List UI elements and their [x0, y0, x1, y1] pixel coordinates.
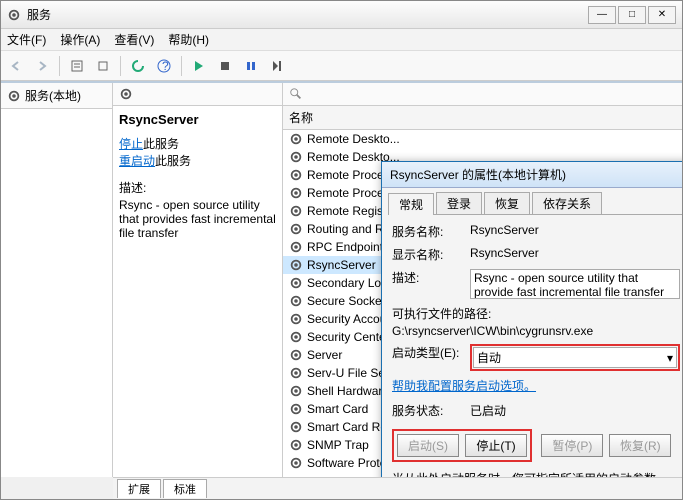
service-name: Server: [307, 348, 342, 362]
val-status: 已启动: [470, 402, 680, 419]
val-display-name: RsyncServer: [470, 246, 680, 260]
note-text: 当从此处启动服务时，您可指定所适用的启动参数。: [392, 470, 680, 477]
lbl-startup: 启动类型(E):: [392, 344, 470, 361]
chevron-down-icon: ▾: [667, 351, 673, 365]
search-icon: [289, 87, 303, 101]
tab-extended[interactable]: 扩展: [117, 479, 161, 498]
detail-panel: RsyncServer 停止此服务 重启动此服务 描述: Rsync - ope…: [113, 83, 283, 477]
pause-icon[interactable]: [240, 55, 262, 77]
restart-link[interactable]: 重启动: [119, 154, 155, 168]
properties-icon[interactable]: [66, 55, 88, 77]
gear-icon: [7, 89, 21, 103]
help-icon[interactable]: ?: [153, 55, 175, 77]
resume-button[interactable]: 恢复(R): [609, 434, 671, 457]
titlebar: 服务 — □ ✕: [1, 1, 682, 29]
lbl-desc: 描述:: [392, 269, 470, 286]
svg-text:?: ?: [162, 59, 169, 73]
window-title: 服务: [27, 6, 588, 23]
gear-icon: [289, 384, 303, 398]
gear-icon: [289, 258, 303, 272]
service-name: Remote Deskto...: [307, 132, 400, 146]
service-name: SNMP Trap: [307, 438, 369, 452]
menu-file[interactable]: 文件(F): [7, 31, 46, 48]
gear-icon: [289, 438, 303, 452]
val-exe: G:\rsyncserver\ICW\bin\cygrunsrv.exe: [392, 324, 680, 338]
gear-icon: [289, 276, 303, 290]
service-name: Smart Card: [307, 402, 368, 416]
gear-icon: [289, 330, 303, 344]
lbl-display-name: 显示名称:: [392, 246, 470, 263]
gear-icon: [289, 294, 303, 308]
stop-icon[interactable]: [214, 55, 236, 77]
tree-root-label: 服务(本地): [25, 87, 81, 104]
gear-icon: [289, 132, 303, 146]
startup-select[interactable]: 自动▾: [473, 347, 677, 368]
properties-dialog: RsyncServer 的属性(本地计算机) 常规 登录 恢复 依存关系 服务名…: [381, 161, 682, 477]
gear-icon: [289, 204, 303, 218]
main-window: 服务 — □ ✕ 文件(F) 操作(A) 查看(V) 帮助(H) ? 服务(本地…: [0, 0, 683, 500]
menu-help[interactable]: 帮助(H): [168, 31, 209, 48]
tree-root[interactable]: 服务(本地): [1, 83, 112, 109]
gear-icon: [289, 240, 303, 254]
content-area: 服务(本地) RsyncServer 停止此服务 重启动此服务 描述: Rsyn…: [1, 81, 682, 477]
refresh-icon[interactable]: [127, 55, 149, 77]
menu-view[interactable]: 查看(V): [114, 31, 154, 48]
dialog-tabs: 常规 登录 恢复 依存关系: [388, 192, 682, 215]
stop-link[interactable]: 停止: [119, 137, 143, 151]
gear-icon: [289, 348, 303, 362]
tab-dependencies[interactable]: 依存关系: [532, 192, 602, 214]
gear-icon: [289, 186, 303, 200]
gear-icon: [289, 150, 303, 164]
export-icon[interactable]: [92, 55, 114, 77]
toolbar: ?: [1, 51, 682, 81]
gear-icon: [119, 87, 133, 101]
tab-logon[interactable]: 登录: [436, 192, 482, 214]
gear-icon: [289, 222, 303, 236]
service-name: RsyncServer: [307, 258, 376, 272]
menubar: 文件(F) 操作(A) 查看(V) 帮助(H): [1, 29, 682, 51]
val-service-name: RsyncServer: [470, 223, 680, 237]
close-button[interactable]: ✕: [648, 6, 676, 24]
gear-icon: [289, 312, 303, 326]
maximize-button[interactable]: □: [618, 6, 646, 24]
desc-textbox[interactable]: Rsync - open source utility that provide…: [470, 269, 680, 299]
lbl-exe: 可执行文件的路径:: [392, 305, 680, 322]
start-button[interactable]: 启动(S): [397, 434, 459, 457]
list-search[interactable]: [283, 83, 682, 106]
pause-button[interactable]: 暂停(P): [541, 434, 603, 457]
tree-panel: 服务(本地): [1, 83, 113, 477]
gear-icon: [289, 456, 303, 470]
minimize-button[interactable]: —: [588, 6, 616, 24]
gear-icon: [289, 402, 303, 416]
gear-icon: [289, 168, 303, 182]
service-name: Security Center: [307, 330, 390, 344]
dialog-title: RsyncServer 的属性(本地计算机): [382, 162, 682, 188]
gear-icon: [289, 420, 303, 434]
tab-standard[interactable]: 标准: [163, 479, 207, 498]
desc-label: 描述:: [119, 179, 276, 196]
menu-action[interactable]: 操作(A): [60, 31, 100, 48]
detail-title: RsyncServer: [119, 112, 276, 127]
play-icon[interactable]: [188, 55, 210, 77]
back-button[interactable]: [5, 55, 27, 77]
gear-icon: [289, 366, 303, 380]
help-link[interactable]: 帮助我配置服务启动选项。: [392, 379, 536, 393]
restart-icon[interactable]: [266, 55, 288, 77]
tab-general[interactable]: 常规: [388, 193, 434, 215]
service-item[interactable]: Remote Deskto...: [283, 130, 682, 148]
stop-button[interactable]: 停止(T): [465, 434, 527, 457]
lbl-service-name: 服务名称:: [392, 223, 470, 240]
tab-recovery[interactable]: 恢复: [484, 192, 530, 214]
services-icon: [7, 8, 21, 22]
lbl-status: 服务状态:: [392, 402, 470, 419]
forward-button[interactable]: [31, 55, 53, 77]
column-name[interactable]: 名称: [283, 106, 682, 130]
desc-text: Rsync - open source utility that provide…: [119, 198, 276, 240]
detail-header: [113, 83, 282, 106]
